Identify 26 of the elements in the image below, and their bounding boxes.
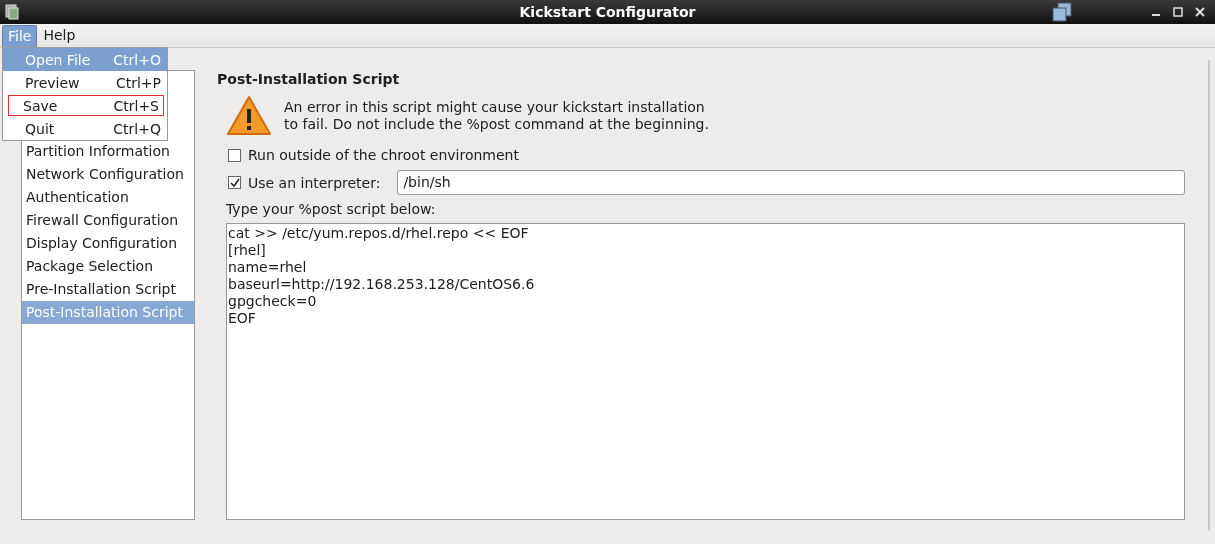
sidebar-item[interactable]: Package Selection	[22, 255, 194, 278]
sidebar-item[interactable]: Partition Information	[22, 140, 194, 163]
maximize-icon[interactable]	[1173, 7, 1183, 17]
menu-item[interactable]: Save Ctrl+S	[7, 94, 165, 117]
script-label: Type your %post script below:	[226, 201, 437, 217]
checkbox-label: Use an interpreter:	[248, 174, 381, 191]
close-icon[interactable]	[1195, 7, 1205, 17]
checkbox-label: Run outside of the chroot environment	[248, 147, 519, 163]
interpreter-field[interactable]: /bin/sh	[397, 170, 1185, 195]
app-icon	[5, 4, 19, 20]
menu-item[interactable]: Quit Ctrl+Q	[3, 117, 167, 140]
checkbox[interactable]	[228, 148, 241, 162]
checkbox[interactable]	[228, 176, 241, 189]
sidebar-item[interactable]: Pre-Installation Script	[22, 278, 194, 301]
warning-text: An error in this script might cause your kickstart installation to fail. Do not include the %post command at the beginning.	[284, 99, 709, 133]
window-title: Kickstart Configurator	[519, 4, 696, 20]
menu-item[interactable]: Help	[37, 24, 82, 47]
sidebar-item[interactable]: Authentication	[22, 186, 194, 209]
sidebar-item[interactable]: Firewall Configuration	[22, 209, 194, 232]
warning-icon	[226, 95, 272, 137]
section-title: Post-Installation Script	[217, 71, 401, 87]
sidebar-item[interactable]: Network Configuration	[22, 163, 194, 186]
sidebar-item[interactable]: Display Configuration	[22, 232, 194, 255]
script-editor[interactable]: cat >> /etc/yum.repos.d/rhel.repo << EOF [rhel] name=rhel baseurl=http://192.168.253.128/CentOS6.6 gpgcheck=0 EOF	[226, 223, 1185, 520]
windows-icon	[1051, 1, 1073, 23]
menu-item[interactable]: Preview Ctrl+P	[3, 71, 167, 94]
